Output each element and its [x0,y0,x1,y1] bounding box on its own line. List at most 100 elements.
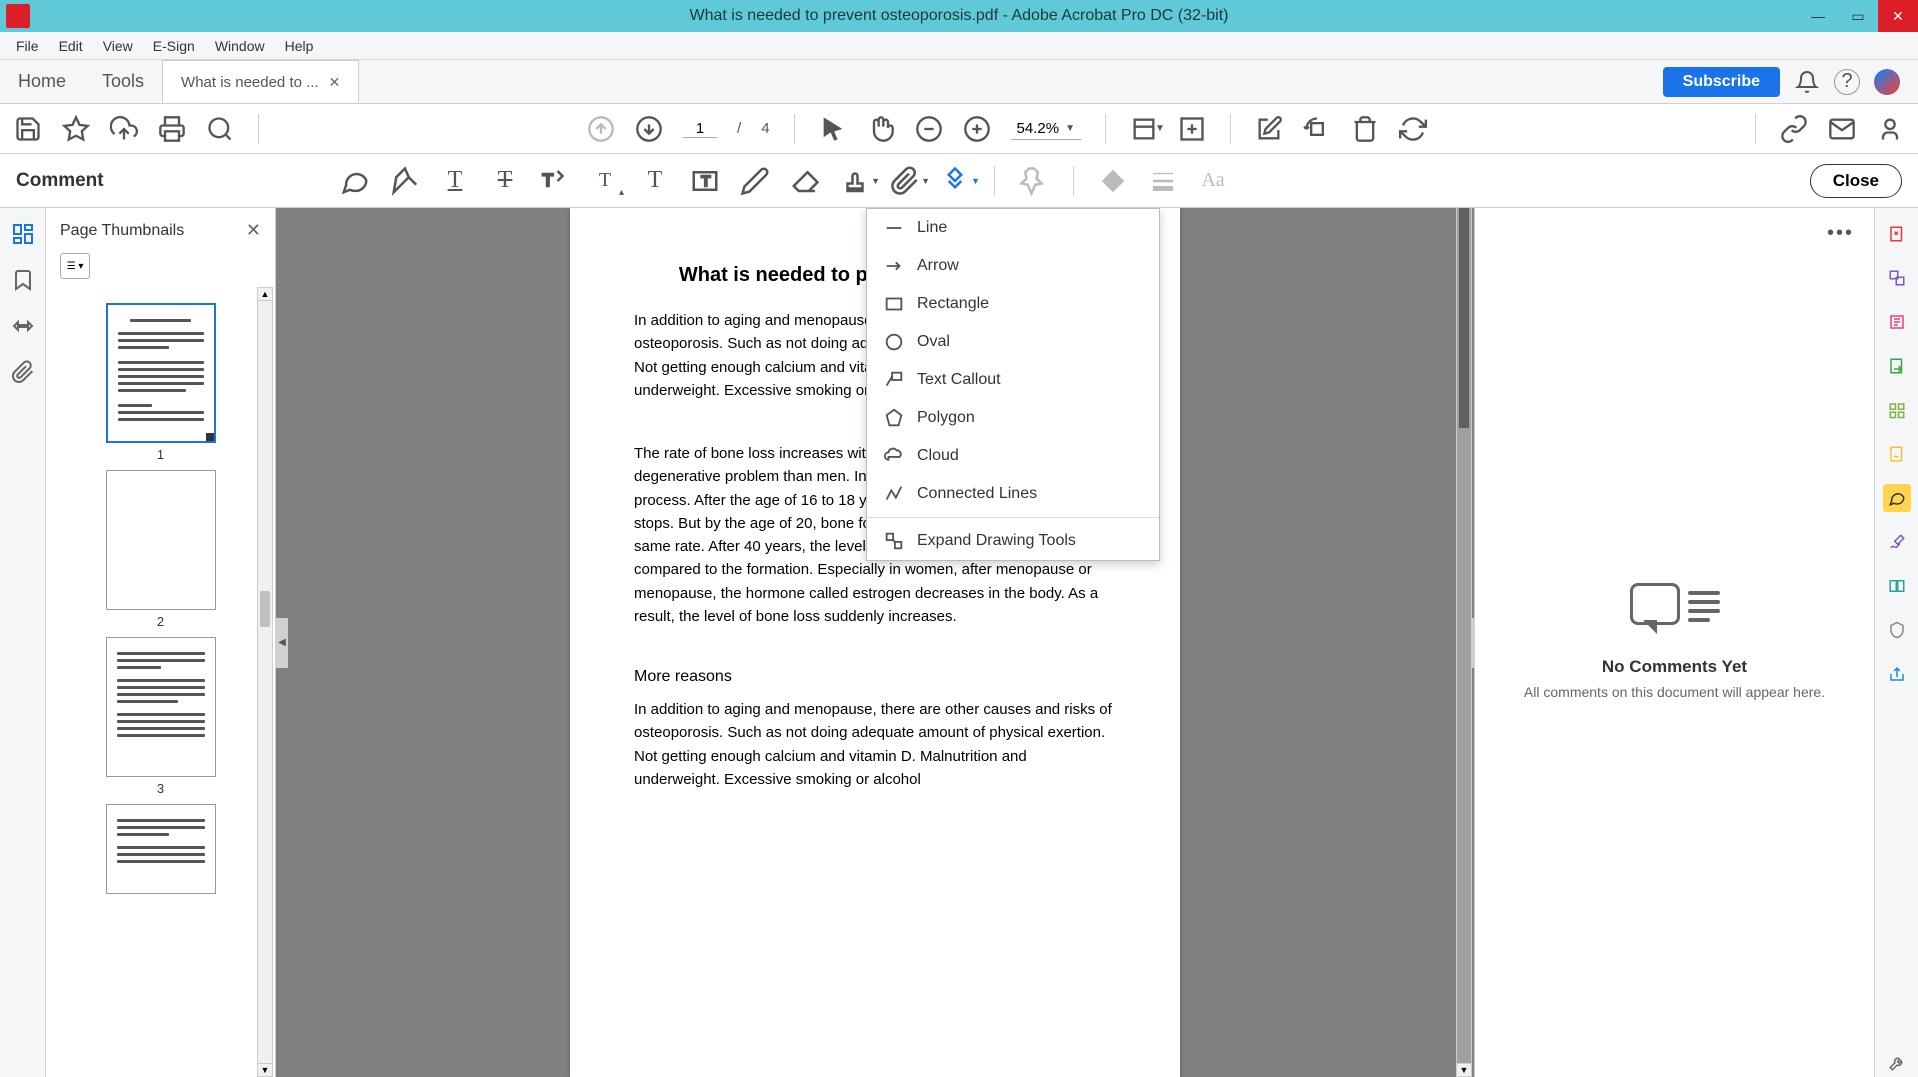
tab-document[interactable]: What is needed to ... ✕ [162,60,359,103]
attachments-nav-icon[interactable] [11,360,35,384]
attachment-icon[interactable]: ▼ [890,166,920,196]
page-down-icon[interactable] [635,115,663,143]
pin-icon[interactable] [1019,166,1049,196]
drawing-cloud[interactable]: Cloud [867,437,1159,475]
scroll-up-icon[interactable]: ▲ [257,287,273,301]
menu-edit[interactable]: Edit [51,36,91,56]
rotate-icon[interactable] [1303,115,1331,143]
drawing-arrow[interactable]: Arrow [867,247,1159,285]
cloud-upload-icon[interactable] [110,115,138,143]
menu-esign[interactable]: E-Sign [145,36,203,56]
mail-icon[interactable] [1828,115,1856,143]
menu-view[interactable]: View [95,36,141,56]
close-button[interactable]: ✕ [1878,0,1918,32]
drawing-polygon[interactable]: Polygon [867,399,1159,437]
thumbnail-4[interactable] [106,804,216,894]
thumbnails-options-button[interactable]: ☰ ▾ [60,253,90,279]
drawing-rectangle[interactable]: Rectangle [867,285,1159,323]
zoom-out-icon[interactable] [915,115,943,143]
minimize-button[interactable]: — [1798,0,1838,32]
thumbnails-close-icon[interactable]: ✕ [246,220,261,241]
rr-protect-icon[interactable] [1883,572,1911,600]
drawing-oval[interactable]: Oval [867,323,1159,361]
tab-close-icon[interactable]: ✕ [329,74,341,91]
zoom-in-icon[interactable] [963,115,991,143]
fill-icon[interactable] [1098,166,1128,196]
scroll-down-icon[interactable]: ▼ [257,1063,273,1077]
layers-nav-icon[interactable] [11,314,35,338]
search-icon[interactable] [206,115,234,143]
document-scroll-down-icon[interactable]: ▼ [1456,1063,1472,1077]
rr-tools-icon[interactable] [1883,1049,1911,1077]
rr-fill-sign-icon[interactable] [1883,440,1911,468]
eraser-icon[interactable] [790,166,820,196]
replace-text-icon[interactable]: T [540,166,570,196]
thumbnail-1[interactable]: 1 [106,303,216,462]
subscribe-button[interactable]: Subscribe [1663,67,1780,97]
help-icon[interactable]: ? [1834,69,1860,95]
menu-window[interactable]: Window [207,36,273,56]
highlight-icon[interactable] [390,166,420,196]
line-weight-icon[interactable] [1148,166,1178,196]
comments-options-icon[interactable]: ••• [1827,222,1854,245]
tab-tools[interactable]: Tools [84,60,162,103]
comment-label: Comment [16,170,104,192]
thumbnails-scrollbar[interactable]: ▲ ▼ [257,287,273,1077]
save-icon[interactable] [14,115,42,143]
drawing-text-callout[interactable]: Text Callout [867,361,1159,399]
rr-share-icon[interactable] [1883,660,1911,688]
close-comment-button[interactable]: Close [1810,164,1902,198]
menu-help[interactable]: Help [277,36,322,56]
selection-arrow-icon[interactable] [819,115,847,143]
arrow-icon [883,255,905,277]
drawing-expand[interactable]: Expand Drawing Tools [867,522,1159,560]
edit-icon[interactable] [1255,115,1283,143]
thumbnails-nav-icon[interactable] [11,222,35,246]
profile-icon[interactable] [1876,115,1904,143]
pencil-icon[interactable] [740,166,770,196]
insert-text-icon[interactable]: T▴ [590,166,620,196]
drawing-line[interactable]: Line [867,209,1159,247]
rr-sign-icon[interactable] [1883,528,1911,556]
rr-shield-icon[interactable] [1883,616,1911,644]
strikethrough-icon[interactable]: T [490,166,520,196]
hand-icon[interactable] [867,115,895,143]
fit-page-icon[interactable] [1178,115,1206,143]
fit-width-icon[interactable]: ▼ [1130,115,1158,143]
menu-file[interactable]: File [8,36,47,56]
stamp-icon[interactable]: ▼ [840,166,870,196]
rr-edit-pdf-icon[interactable] [1883,308,1911,336]
tab-home[interactable]: Home [0,60,84,103]
sticky-note-icon[interactable] [340,166,370,196]
page-up-icon[interactable] [587,115,615,143]
thumbnail-3[interactable]: 3 [106,637,216,796]
zoom-select[interactable]: 54.2% ▼ [1011,118,1081,140]
text-style-icon[interactable]: Aa [1198,166,1228,196]
page-number-input[interactable] [683,120,717,138]
bookmark-nav-icon[interactable] [11,268,35,292]
textbox-icon[interactable]: T [690,166,720,196]
notification-icon[interactable] [1794,69,1820,95]
add-text-icon[interactable]: T [640,166,670,196]
document-scroll-handle[interactable] [1459,208,1469,428]
delete-icon[interactable] [1351,115,1379,143]
maximize-button[interactable]: ▭ [1838,0,1878,32]
rr-combine-icon[interactable] [1883,264,1911,292]
refresh-icon[interactable] [1399,115,1427,143]
rr-comment-icon[interactable] [1883,484,1911,512]
document-area: ◀ What is needed to prevent osteoporosis… [276,208,1474,1077]
drawing-connected-lines[interactable]: Connected Lines [867,475,1159,513]
scroll-handle[interactable] [260,591,270,627]
collapse-left-icon[interactable]: ◀ [276,618,288,668]
link-icon[interactable] [1780,115,1808,143]
star-icon[interactable] [62,115,90,143]
rr-export-pdf-icon[interactable] [1883,352,1911,380]
print-icon[interactable] [158,115,186,143]
rr-organize-icon[interactable] [1883,396,1911,424]
document-scrollbar[interactable]: ▼ [1456,208,1472,1077]
underline-text-icon[interactable]: T [440,166,470,196]
rr-create-pdf-icon[interactable] [1883,220,1911,248]
thumbnail-2[interactable]: 2 [106,470,216,629]
account-icon[interactable] [1874,69,1900,95]
drawing-tools-icon[interactable]: ▼ [940,166,970,196]
